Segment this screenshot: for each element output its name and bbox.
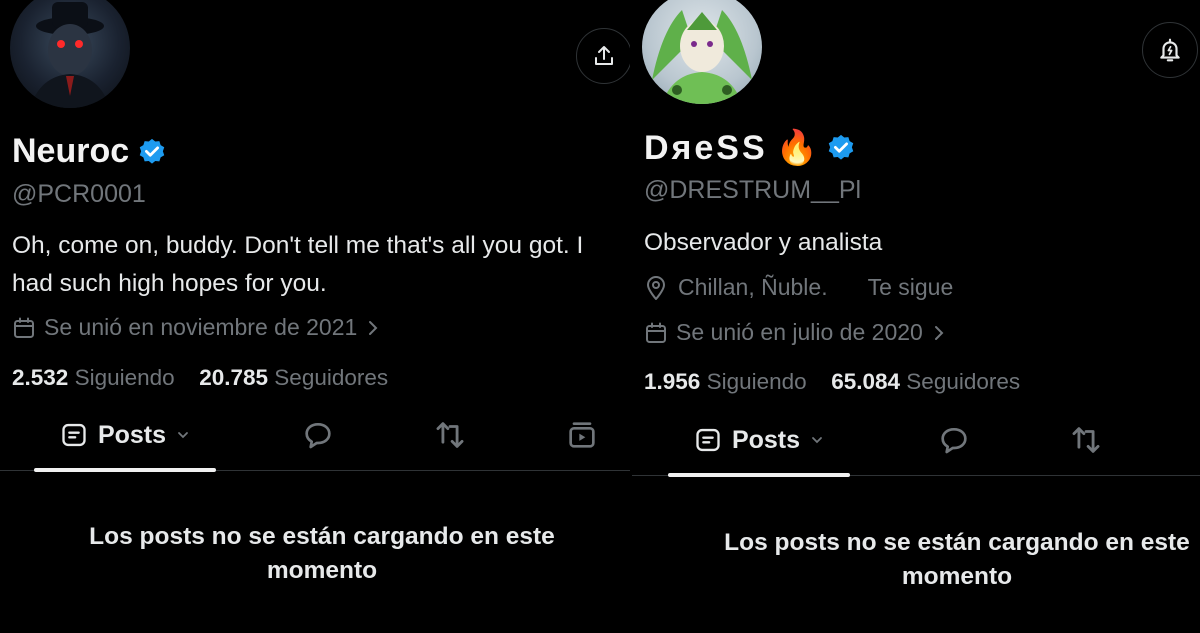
- following-link[interactable]: 2.532 Siguiendo: [12, 365, 175, 390]
- tab-replies[interactable]: [288, 400, 348, 470]
- followers-link[interactable]: 20.785 Seguidores: [199, 365, 388, 390]
- profile-name: Neuroc: [12, 132, 167, 171]
- tab-replies[interactable]: [924, 405, 984, 475]
- profile-bio: Observador y analista: [644, 229, 883, 256]
- following-count: 1.956: [644, 369, 701, 394]
- join-date-text: Se unió en julio de 2020: [676, 319, 923, 345]
- chevron-down-icon: [178, 432, 188, 439]
- join-date[interactable]: Se unió en julio de 2020: [644, 319, 947, 346]
- following-label: Siguiendo: [706, 369, 807, 394]
- tab-posts[interactable]: Posts: [668, 405, 850, 477]
- follows-you-label: Te sigue: [867, 274, 954, 300]
- followers-label: Seguidores: [906, 369, 1021, 394]
- chevron-right-icon: [934, 325, 944, 340]
- avatar[interactable]: [642, 0, 762, 104]
- location-pin-icon: [647, 275, 665, 300]
- media-icon: [569, 422, 595, 448]
- repost-icon: [1072, 427, 1100, 453]
- display-name: Neuroc: [12, 132, 130, 170]
- posts-icon: [62, 423, 86, 447]
- display-name: DяeSS: [644, 128, 768, 167]
- follow-stats: 2.532 Siguiendo 20.785 Seguidores: [12, 365, 388, 391]
- repost-icon: [436, 422, 464, 448]
- fire-emoji-icon: 🔥: [775, 129, 819, 167]
- calendar-icon: [14, 317, 34, 338]
- calendar-icon: [646, 322, 666, 343]
- chevron-right-icon: [369, 320, 378, 335]
- active-tab-indicator: [34, 468, 216, 472]
- following-count: 2.532: [12, 365, 69, 390]
- reply-icon: [941, 428, 967, 454]
- verified-badge-icon[interactable]: [826, 133, 856, 163]
- followers-link[interactable]: 65.084 Seguidores: [831, 369, 1020, 394]
- avatar[interactable]: [10, 0, 130, 108]
- profile-panel-left: Neuroc @PCR0001 Oh, come on, buddy. Don'…: [0, 0, 630, 633]
- posts-icon: [696, 428, 720, 452]
- share-icon: [595, 46, 613, 65]
- follow-stats: 1.956 Siguiendo 65.084 Seguidores: [644, 369, 1020, 395]
- tab-reposts[interactable]: [1056, 405, 1116, 475]
- tab-posts-label: Posts: [731, 425, 801, 454]
- share-button[interactable]: [576, 28, 630, 84]
- avatar-figure: [30, 2, 110, 108]
- profile-tabs: Posts: [632, 405, 1200, 477]
- tab-reposts[interactable]: [420, 400, 480, 470]
- tab-posts-label: Posts: [97, 420, 167, 449]
- location-text: Chillan, Ñuble.: [678, 274, 828, 300]
- reply-icon: [305, 423, 331, 449]
- profile-handle: @DRESTRUM__Pl: [644, 176, 862, 204]
- tab-media[interactable]: [552, 400, 612, 470]
- active-tab-indicator: [668, 473, 850, 477]
- bell-icon: [1160, 38, 1180, 62]
- profile-location-row: Chillan, Ñuble. Te sigue: [644, 274, 953, 301]
- empty-state-message: Los posts no se están cargando en este m…: [89, 523, 555, 584]
- profile-bio: Oh, come on, buddy. Don't tell me that's…: [12, 232, 584, 297]
- profile-name: DяeSS 🔥: [644, 128, 856, 168]
- avatar-character: [652, 10, 752, 104]
- profile-handle: @PCR0001: [12, 180, 146, 208]
- profile-tabs: Posts: [0, 400, 630, 472]
- followers-label: Seguidores: [274, 365, 389, 390]
- join-date[interactable]: Se unió en noviembre de 2021: [12, 314, 381, 341]
- join-date-text: Se unió en noviembre de 2021: [44, 314, 358, 340]
- profile-panel-right: DяeSS 🔥 @DRESTRUM__Pl Observador y anali…: [632, 0, 1200, 633]
- tab-posts[interactable]: Posts: [34, 400, 216, 472]
- followers-count: 20.785: [199, 365, 269, 390]
- notifications-button[interactable]: [1142, 22, 1198, 78]
- verified-badge-icon[interactable]: [137, 137, 167, 167]
- following-label: Siguiendo: [74, 365, 175, 390]
- followers-count: 65.084: [831, 369, 901, 394]
- empty-state-message: Los posts no se están cargando en este m…: [724, 529, 1190, 590]
- chevron-down-icon: [812, 437, 822, 444]
- following-link[interactable]: 1.956 Siguiendo: [644, 369, 807, 394]
